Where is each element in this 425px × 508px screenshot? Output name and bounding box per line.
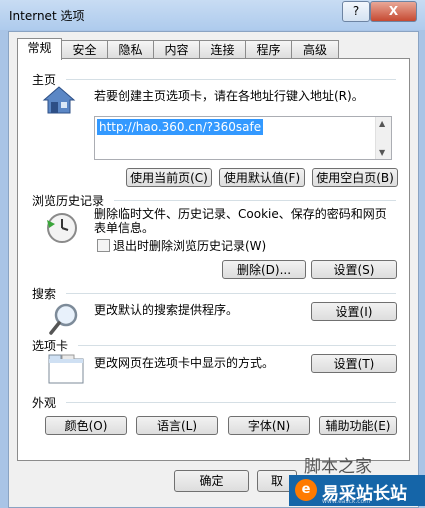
delete-on-exit-checkbox[interactable]	[97, 239, 110, 252]
languages-button[interactable]: 语言(L)	[136, 416, 218, 435]
scroll-down-icon[interactable]: ▼	[379, 148, 385, 157]
history-settings-button[interactable]: 设置(S)	[311, 260, 397, 279]
general-tab-panel: 主页 若要创建主页选项卡，请在各地址行键入地址(R)。 http://hao.3…	[17, 58, 410, 461]
accessibility-button[interactable]: 辅助功能(E)	[319, 416, 397, 435]
search-divider	[66, 293, 396, 294]
logo-subtext: www.easck.com	[322, 498, 371, 505]
tab-security[interactable]: 安全	[61, 40, 108, 59]
history-description-1: 删除临时文件、历史记录、Cookie、保存的密码和网页	[94, 207, 387, 221]
tab-general[interactable]: 常规	[17, 38, 62, 60]
history-description-2: 表单信息。	[94, 221, 155, 235]
history-divider	[114, 200, 396, 201]
tab-privacy[interactable]: 隐私	[107, 40, 154, 59]
use-current-button[interactable]: 使用当前页(C)	[126, 168, 212, 187]
logo-e-icon: e	[295, 479, 317, 501]
help-button[interactable]: ?	[342, 1, 370, 22]
delete-history-button[interactable]: 删除(D)...	[222, 260, 306, 279]
tabs-divider	[78, 345, 396, 346]
homepage-description: 若要创建主页选项卡，请在各地址行键入地址(R)。	[94, 89, 364, 103]
homepage-url-input[interactable]: http://hao.360.cn/?360safe ▲ ▼	[94, 116, 392, 160]
url-scrollbar[interactable]: ▲ ▼	[375, 117, 391, 159]
tabs-description: 更改网页在选项卡中显示的方式。	[94, 356, 275, 370]
delete-on-exit-label[interactable]: 退出时删除浏览历史记录(W)	[113, 239, 266, 253]
colors-button[interactable]: 颜色(O)	[45, 416, 127, 435]
tab-programs[interactable]: 程序	[245, 40, 292, 59]
search-section-title: 搜索	[32, 287, 57, 301]
tab-advanced[interactable]: 高级	[291, 40, 339, 59]
homepage-divider	[66, 79, 396, 80]
magnifier-icon	[49, 303, 78, 335]
history-clock-icon	[47, 213, 77, 243]
fonts-button[interactable]: 字体(N)	[228, 416, 310, 435]
search-settings-button[interactable]: 设置(I)	[311, 302, 397, 321]
watermark-text: 脚本之家	[304, 457, 372, 477]
window-title: Internet 选项	[9, 9, 85, 23]
dialog-body: 常规 安全 隐私 内容 连接 程序 高级 主页 若要创建主页选项卡，请在各地址行…	[8, 31, 419, 508]
scroll-up-icon[interactable]: ▲	[379, 119, 385, 128]
tabbed-window-icon	[48, 354, 84, 384]
tabs-settings-button[interactable]: 设置(T)	[311, 354, 397, 373]
ok-button[interactable]: 确定	[174, 470, 249, 492]
tabs-section-title: 选项卡	[32, 339, 69, 353]
site-logo: e 易采站长站 www.easck.com	[289, 475, 425, 506]
use-blank-button[interactable]: 使用空白页(B)	[312, 168, 398, 187]
use-default-button[interactable]: 使用默认值(F)	[219, 168, 305, 187]
title-bar[interactable]: Internet 选项 ? X	[0, 0, 425, 30]
close-button[interactable]: X	[370, 1, 417, 22]
search-description: 更改默认的搜索提供程序。	[94, 303, 239, 317]
homepage-url-text: http://hao.360.cn/?360safe	[97, 119, 264, 135]
tab-content[interactable]: 内容	[153, 40, 200, 59]
house-icon	[42, 86, 76, 114]
appearance-section-title: 外观	[32, 396, 57, 410]
tab-connections[interactable]: 连接	[199, 40, 246, 59]
appearance-divider	[66, 402, 396, 403]
